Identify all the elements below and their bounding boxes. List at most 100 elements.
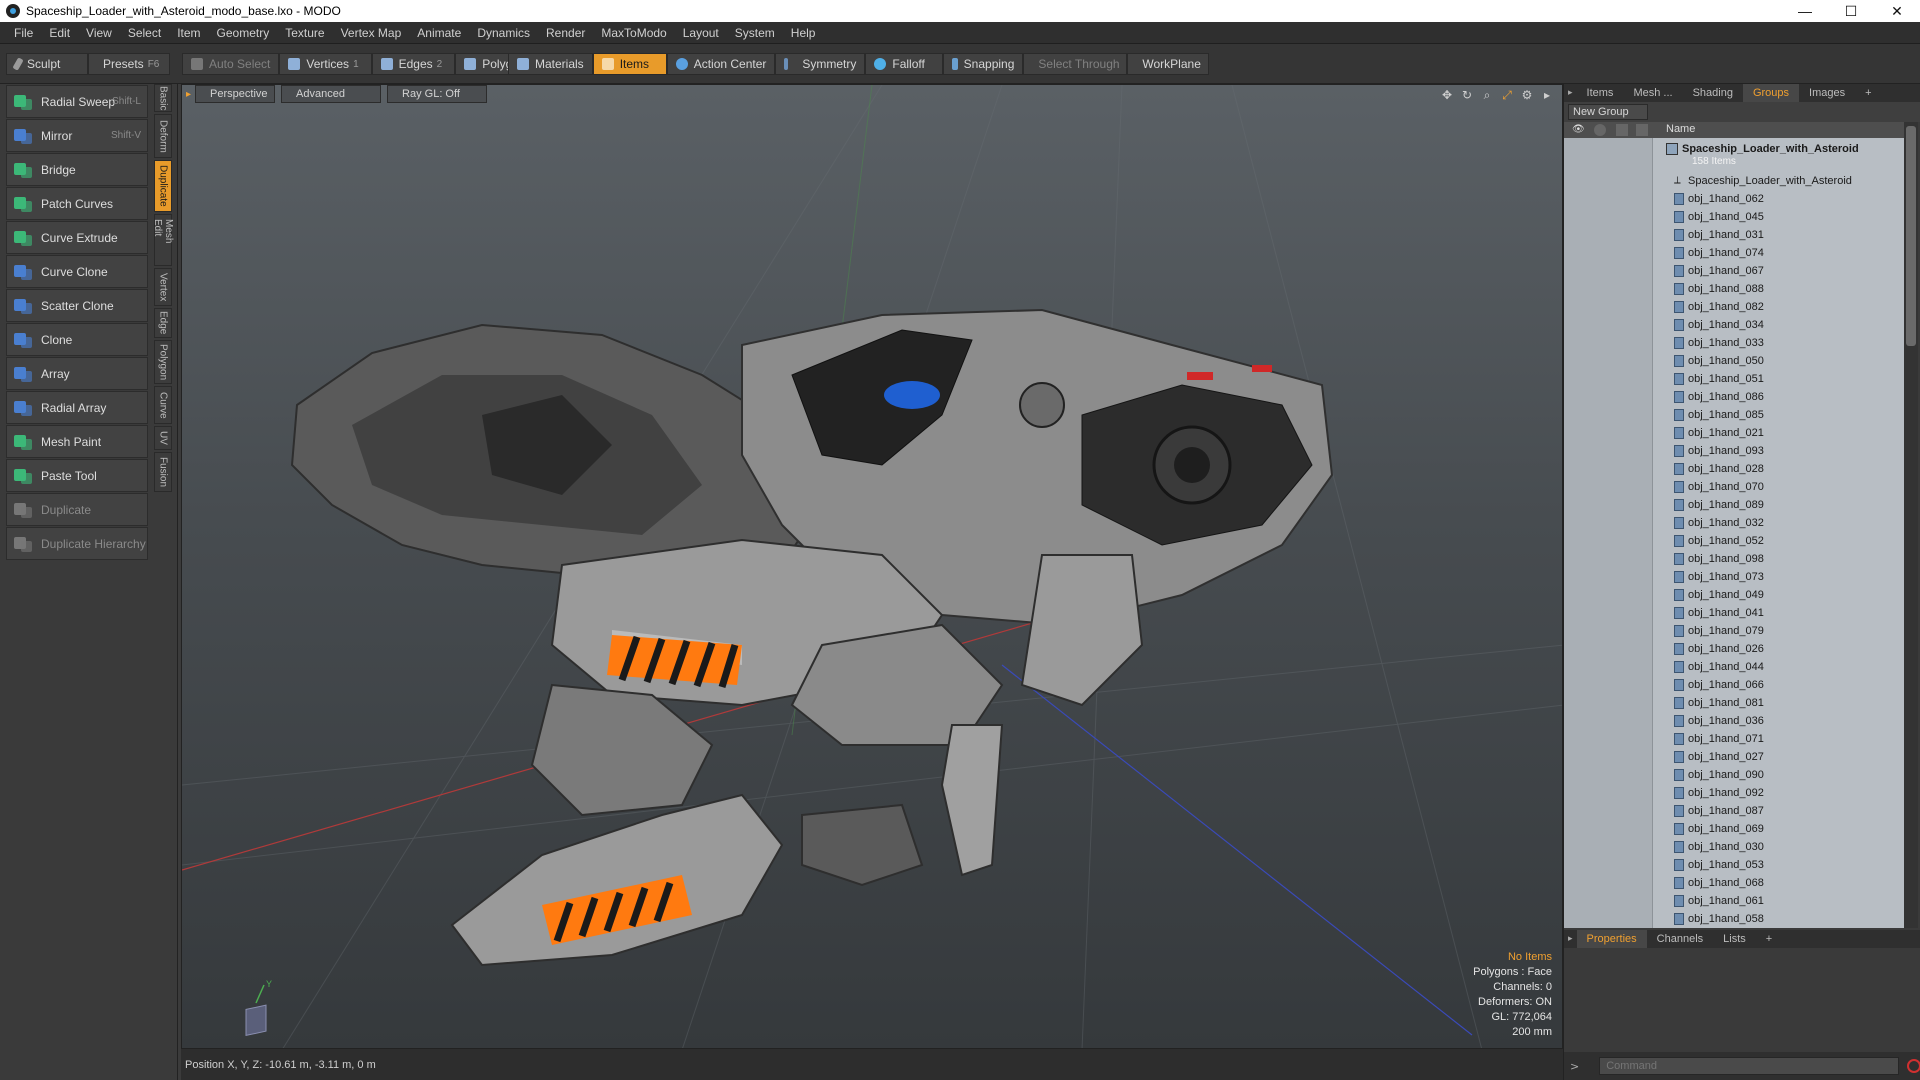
scrollbar-thumb[interactable] — [1906, 126, 1916, 346]
3d-viewport[interactable]: Y ▸ Perspective Advanced Ray GL: Off ✥ ↻… — [181, 84, 1563, 1049]
list-item[interactable]: obj_1hand_058 — [1652, 910, 1904, 928]
tool-scatter-clone[interactable]: Scatter Clone — [6, 289, 148, 322]
tool-duplicate[interactable]: Duplicate — [6, 493, 148, 526]
tab-basic[interactable]: Basic — [154, 84, 172, 112]
list-item[interactable]: obj_1hand_021 — [1652, 424, 1904, 442]
items-button[interactable]: Items — [592, 53, 667, 75]
list-item[interactable]: obj_1hand_027 — [1652, 748, 1904, 766]
new-group-button[interactable]: New Group — [1568, 104, 1648, 120]
lock-col-icon[interactable] — [1594, 124, 1606, 136]
expand-arrow-icon[interactable]: ▸ — [1540, 88, 1554, 102]
list-item[interactable]: obj_1hand_067 — [1652, 262, 1904, 280]
list-item[interactable]: obj_1hand_071 — [1652, 730, 1904, 748]
tool-mesh-paint[interactable]: Mesh Paint — [6, 425, 148, 458]
tab-curve[interactable]: Curve — [154, 386, 172, 424]
tab-lists[interactable]: Lists — [1713, 930, 1756, 948]
sculpt-button[interactable]: Sculpt — [6, 53, 88, 75]
materials-button[interactable]: Materials — [508, 53, 593, 75]
list-item[interactable]: obj_1hand_062 — [1652, 190, 1904, 208]
tool-duplicate-hierarchy[interactable]: Duplicate Hierarchy — [6, 527, 148, 560]
tab-deform[interactable]: Deform — [154, 114, 172, 158]
list-item[interactable]: obj_1hand_086 — [1652, 388, 1904, 406]
tab-duplicate[interactable]: Duplicate — [154, 160, 172, 212]
tab-uv[interactable]: UV — [154, 426, 172, 450]
tab-polygon[interactable]: Polygon — [154, 340, 172, 384]
menu-vertex-map[interactable]: Vertex Map — [333, 26, 410, 40]
action-center-button[interactable]: Action Center — [666, 53, 776, 75]
render-col-icon[interactable] — [1616, 124, 1628, 136]
list-scrollbar[interactable] — [1904, 122, 1918, 928]
select-col-icon[interactable] — [1636, 124, 1648, 136]
list-item[interactable]: obj_1hand_068 — [1652, 874, 1904, 892]
maximize-button[interactable]: ☐ — [1828, 0, 1874, 22]
advanced-tab[interactable]: Advanced — [281, 85, 382, 103]
list-item[interactable]: obj_1hand_034 — [1652, 316, 1904, 334]
menu-file[interactable]: File — [6, 26, 41, 40]
list-item[interactable]: obj_1hand_081 — [1652, 694, 1904, 712]
menu-geometry[interactable]: Geometry — [209, 26, 278, 40]
viewport-menu-icon[interactable]: ▸ — [186, 89, 191, 100]
menu-maxtomodo[interactable]: MaxToModo — [593, 26, 674, 40]
list-item[interactable]: obj_1hand_079 — [1652, 622, 1904, 640]
falloff-button[interactable]: Falloff — [865, 53, 944, 75]
tab-fusion[interactable]: Fusion — [154, 452, 172, 492]
tool-array[interactable]: Array — [6, 357, 148, 390]
list-item[interactable]: obj_1hand_031 — [1652, 226, 1904, 244]
list-item[interactable]: obj_1hand_092 — [1652, 784, 1904, 802]
menu-animate[interactable]: Animate — [409, 26, 469, 40]
tab-groups[interactable]: Groups — [1742, 84, 1800, 102]
locator-row[interactable]: ⟂ Spaceship_Loader_with_Asteroid — [1652, 172, 1904, 190]
list-item[interactable]: obj_1hand_087 — [1652, 802, 1904, 820]
tool-radial-sweep[interactable]: Radial Sweep Shift-L — [6, 85, 148, 118]
tab-vertex[interactable]: Vertex — [154, 268, 172, 306]
tab-items[interactable]: Items — [1577, 84, 1624, 102]
symmetry-button[interactable]: Symmetry — [775, 53, 866, 75]
tool-paste-tool[interactable]: Paste Tool — [6, 459, 148, 492]
add-tab-button[interactable]: + — [1855, 84, 1881, 102]
edges-button[interactable]: Edges 2 — [371, 53, 456, 75]
menu-help[interactable]: Help — [783, 26, 824, 40]
menu-edit[interactable]: Edit — [41, 26, 78, 40]
menu-dynamics[interactable]: Dynamics — [469, 26, 538, 40]
perspective-tab[interactable]: Perspective — [195, 85, 276, 103]
tool-patch-curves[interactable]: Patch Curves — [6, 187, 148, 220]
list-item[interactable]: obj_1hand_066 — [1652, 676, 1904, 694]
list-item[interactable]: obj_1hand_061 — [1652, 892, 1904, 910]
menu-item[interactable]: Item — [169, 26, 208, 40]
tab-properties[interactable]: Properties — [1576, 930, 1647, 948]
tab-images[interactable]: Images — [1799, 84, 1855, 102]
add-tab-button[interactable]: + — [1756, 930, 1782, 948]
menu-render[interactable]: Render — [538, 26, 593, 40]
menu-view[interactable]: View — [78, 26, 120, 40]
raygl-tab[interactable]: Ray GL: Off — [387, 85, 488, 103]
minimize-button[interactable]: — — [1782, 0, 1828, 22]
auto-select-button[interactable]: Auto Select — [182, 53, 280, 75]
presets-button[interactable]: Presets F6 — [88, 53, 170, 75]
list-item[interactable]: obj_1hand_051 — [1652, 370, 1904, 388]
list-item[interactable]: obj_1hand_049 — [1652, 586, 1904, 604]
panel-menu-icon[interactable]: ▸ — [1568, 934, 1573, 944]
list-item[interactable]: obj_1hand_033 — [1652, 334, 1904, 352]
list-item[interactable]: obj_1hand_098 — [1652, 550, 1904, 568]
select-through-button[interactable]: Select Through — [1023, 53, 1128, 75]
list-item[interactable]: obj_1hand_028 — [1652, 460, 1904, 478]
settings-gear-icon[interactable]: ⚙ — [1520, 88, 1534, 102]
zoom-view-icon[interactable]: ⌕ — [1480, 88, 1494, 102]
menu-layout[interactable]: Layout — [675, 26, 727, 40]
workplane-button[interactable]: WorkPlane — [1127, 53, 1210, 75]
list-item[interactable]: obj_1hand_074 — [1652, 244, 1904, 262]
list-item[interactable]: obj_1hand_026 — [1652, 640, 1904, 658]
tool-radial-array[interactable]: Radial Array — [6, 391, 148, 424]
menu-system[interactable]: System — [727, 26, 783, 40]
tool-clone[interactable]: Clone — [6, 323, 148, 356]
list-item[interactable]: obj_1hand_073 — [1652, 568, 1904, 586]
vertices-button[interactable]: Vertices 1 — [279, 53, 372, 75]
menu-texture[interactable]: Texture — [277, 26, 332, 40]
tab-mesh-edit[interactable]: Mesh Edit — [152, 214, 174, 266]
tool-curve-clone[interactable]: Curve Clone — [6, 255, 148, 288]
list-item[interactable]: obj_1hand_050 — [1652, 352, 1904, 370]
list-item[interactable]: obj_1hand_082 — [1652, 298, 1904, 316]
tab-mesh[interactable]: Mesh ... — [1623, 84, 1682, 102]
rotate-view-icon[interactable]: ↻ — [1460, 88, 1474, 102]
tool-mirror[interactable]: Mirror Shift-V — [6, 119, 148, 152]
